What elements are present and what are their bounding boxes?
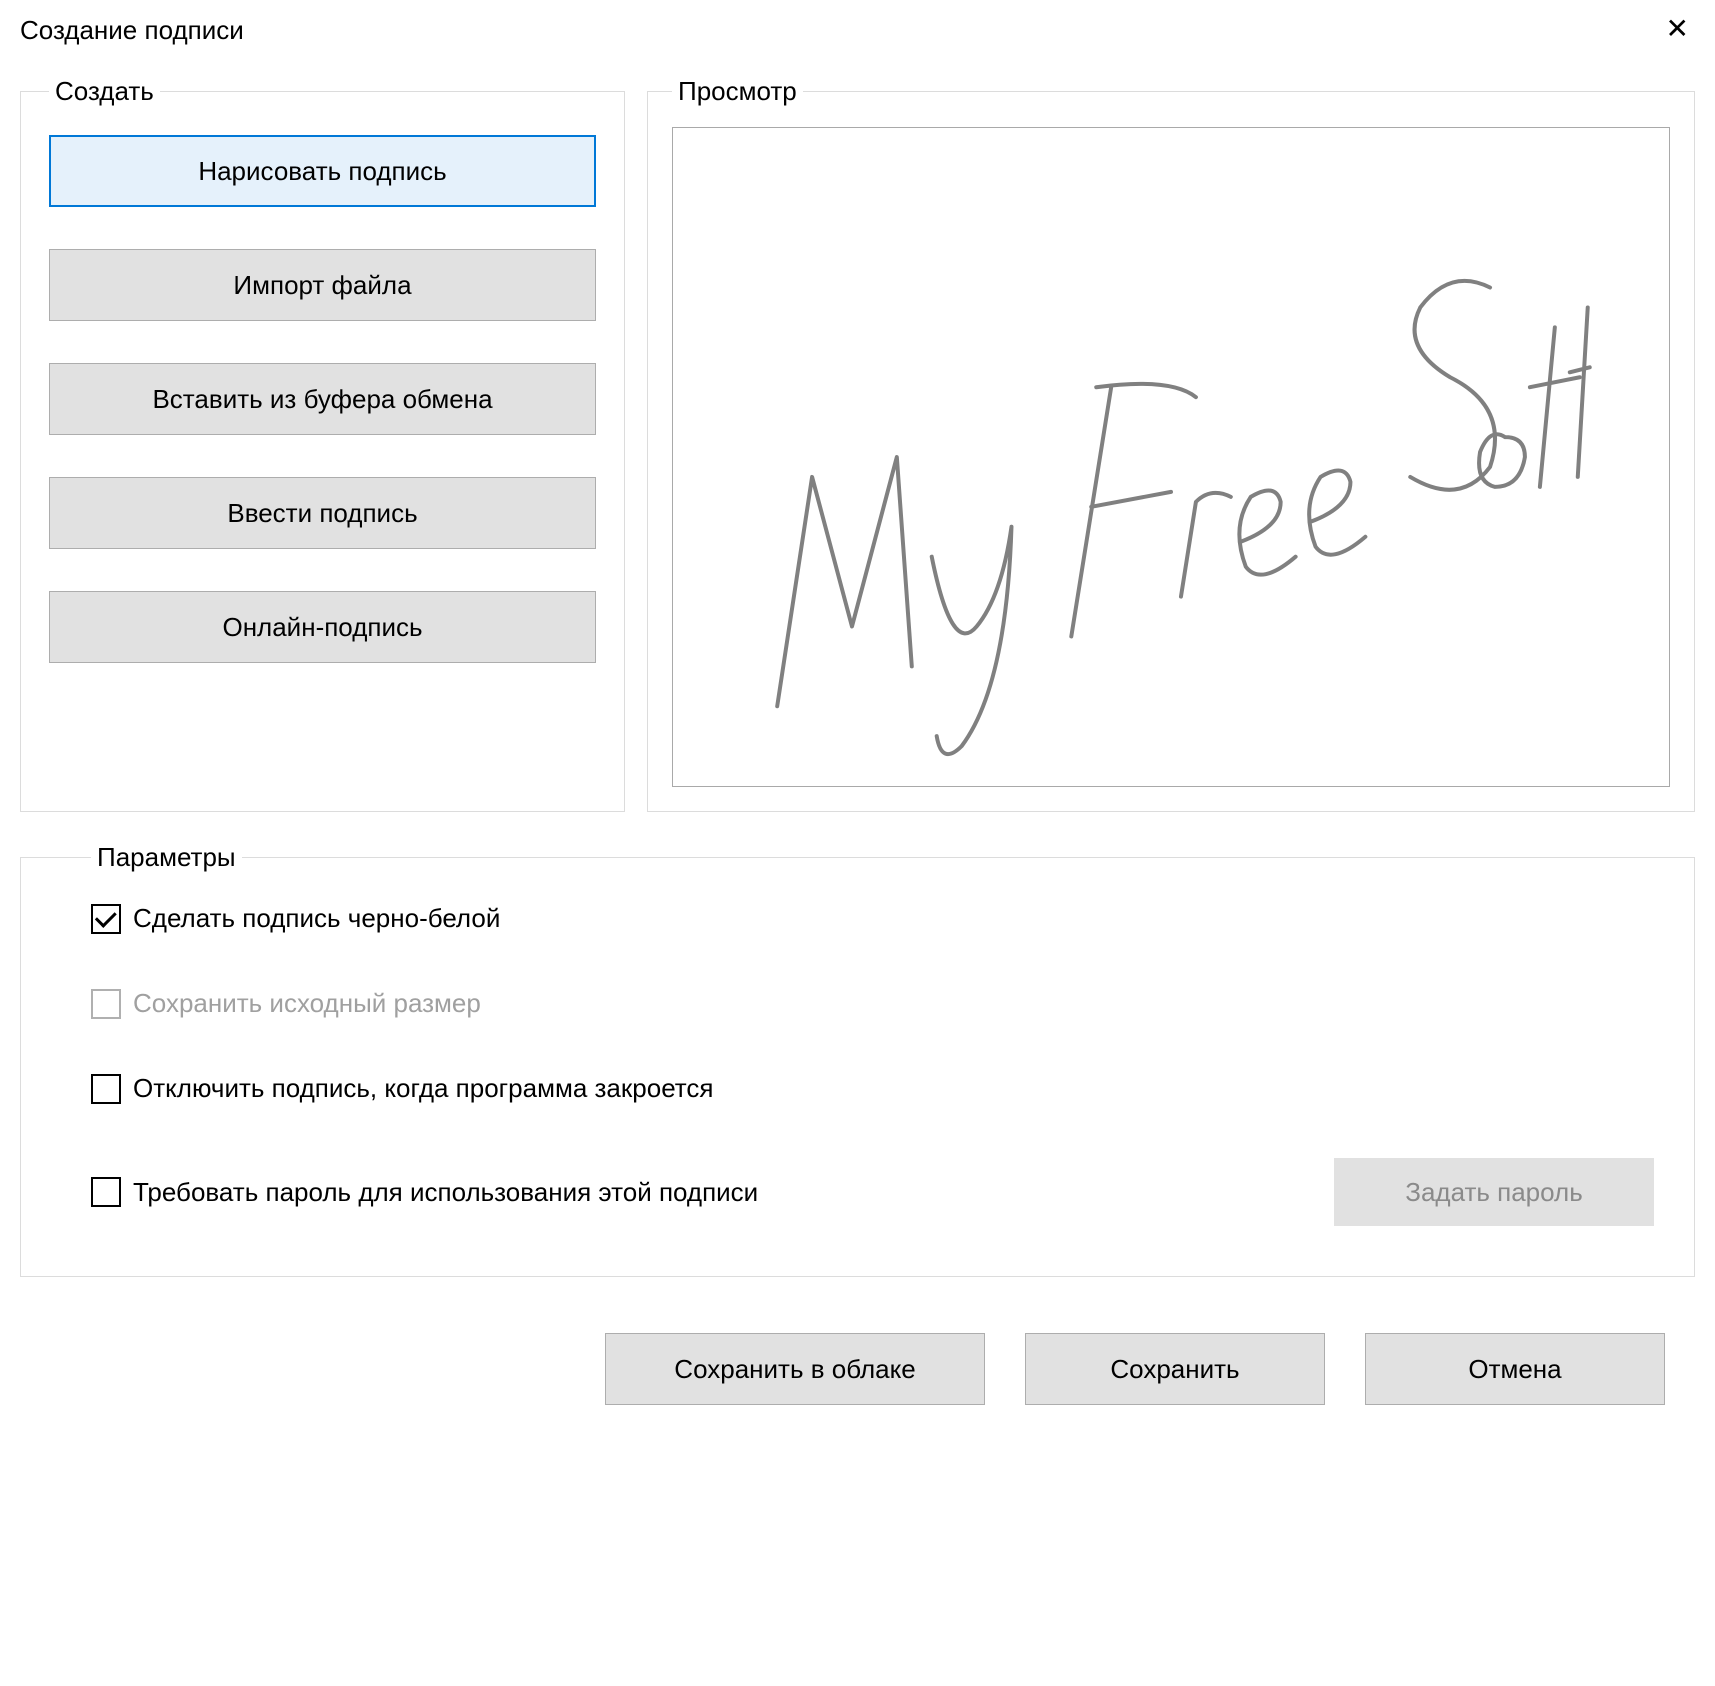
save-button[interactable]: Сохранить [1025,1333,1325,1405]
draw-signature-button[interactable]: Нарисовать подпись [49,135,596,207]
signature-preview-canvas [672,127,1670,787]
type-signature-button[interactable]: Ввести подпись [49,477,596,549]
dialog-title: Создание подписи [20,15,244,46]
save-cloud-button[interactable]: Сохранить в облаке [605,1333,985,1405]
require-password-checkbox[interactable] [91,1177,121,1207]
keep-size-checkbox [91,989,121,1019]
paste-clipboard-button[interactable]: Вставить из буфера обмена [49,363,596,435]
discard-checkbox[interactable] [91,1074,121,1104]
require-password-label: Требовать пароль для использования этой … [133,1177,758,1208]
create-legend: Создать [49,76,160,107]
bw-label: Сделать подпись черно-белой [133,903,500,934]
create-group: Создать Нарисовать подпись Импорт файла … [20,76,625,812]
preview-legend: Просмотр [672,76,803,107]
params-group: Параметры Сделать подпись черно-белой Со… [20,842,1695,1277]
set-password-button: Задать пароль [1334,1158,1654,1226]
discard-label: Отключить подпись, когда программа закро… [133,1073,713,1104]
import-file-button[interactable]: Импорт файла [49,249,596,321]
close-icon[interactable]: ✕ [1660,15,1695,43]
params-legend: Параметры [91,842,242,873]
online-signature-button[interactable]: Онлайн-подпись [49,591,596,663]
cancel-button[interactable]: Отмена [1365,1333,1665,1405]
keep-size-label: Сохранить исходный размер [133,988,481,1019]
signature-drawing [673,128,1669,786]
preview-group: Просмотр [647,76,1695,812]
bw-checkbox[interactable] [91,904,121,934]
